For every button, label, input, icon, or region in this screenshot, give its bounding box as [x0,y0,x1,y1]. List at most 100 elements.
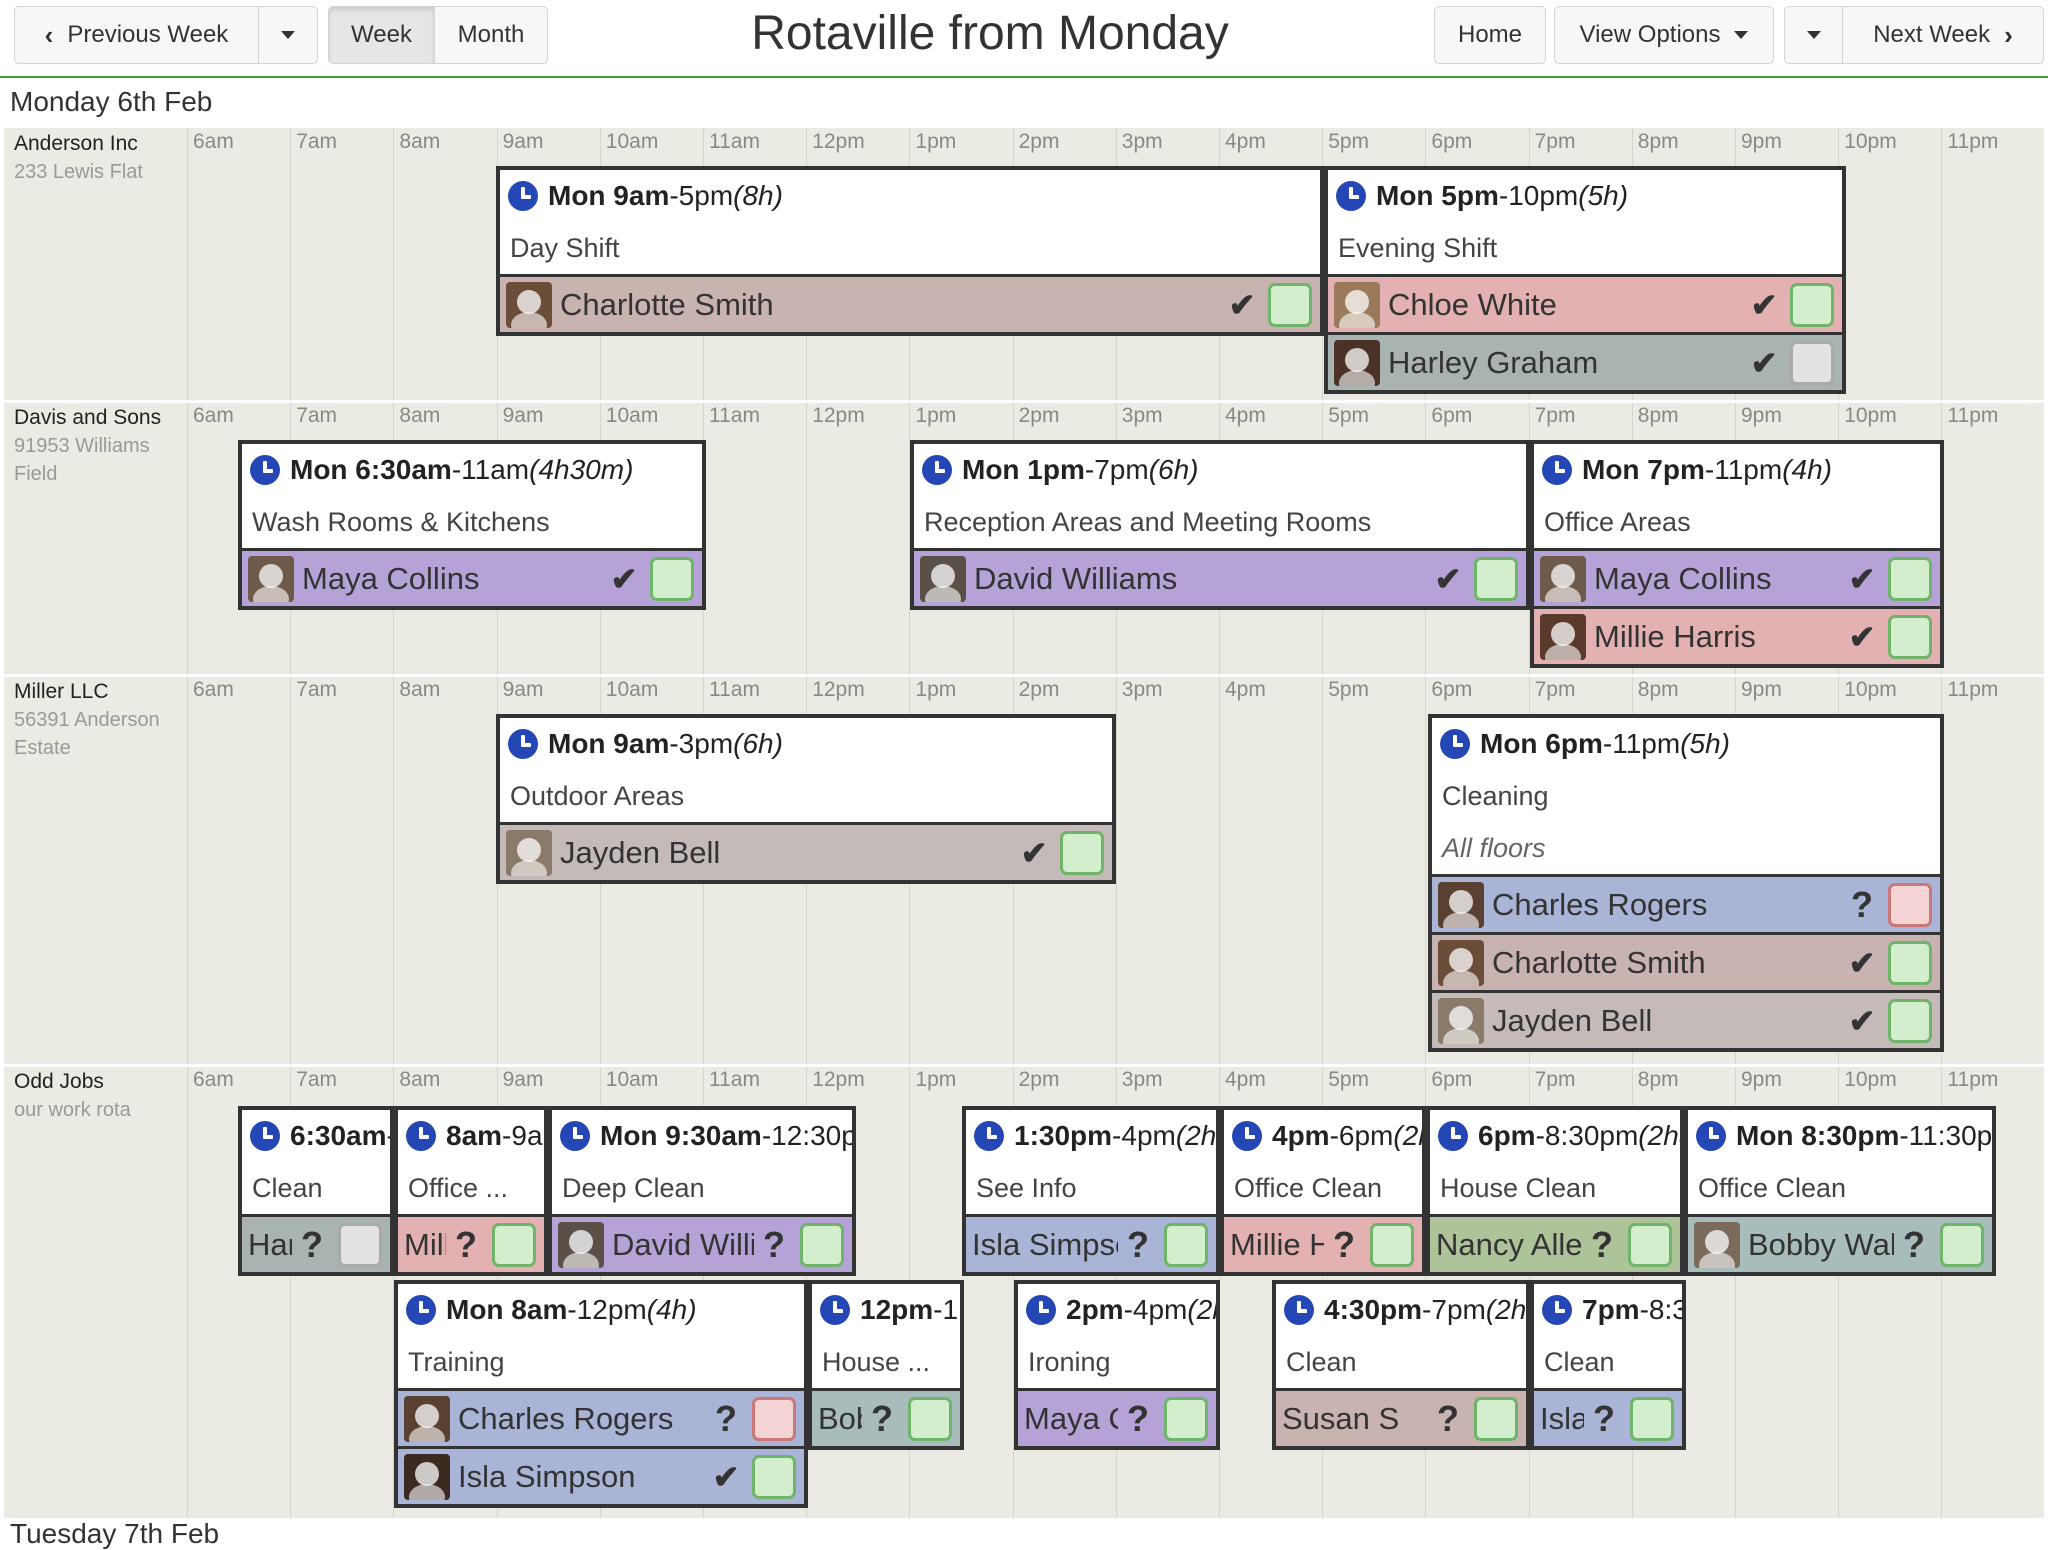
shift-card[interactable]: 1:30pm-4pm (2h30m) See Info Isla Simpson? [962,1106,1220,1276]
shift-start: 1:30pm [1014,1120,1113,1151]
shift-card[interactable]: Mon 1pm -7pm (6h) Reception Areas and Meet… [910,440,1530,610]
assignee-row[interactable]: Millie Harris? [1224,1214,1422,1272]
assignee-row[interactable]: Millie Harris? [398,1214,544,1272]
shift-card[interactable]: 7pm-8:30pm (1h30m) Clean Isla Simpson? [1530,1280,1686,1450]
assignee-row[interactable]: Charlotte Smith ✔ [1432,932,1940,990]
status-checkbox[interactable] [1888,940,1932,985]
status-checkbox[interactable] [752,1454,796,1499]
next-week-button[interactable]: Next Week › [1843,7,2043,63]
shift-start: Mon 9am [548,180,670,211]
hour-label: 10pm [1844,1068,1897,1091]
shift-title: Office ... [408,1172,509,1203]
shift-card[interactable]: 4pm-6pm (2h) Office Clean Millie Harris? [1220,1106,1426,1276]
shift-title: Evening Shift [1338,232,1498,263]
next-week-dropdown[interactable] [1785,7,1843,63]
status-checkbox[interactable] [1888,998,1932,1043]
status-checkbox[interactable] [1060,830,1104,875]
question-icon: ? [1127,1397,1149,1439]
month-view-button[interactable]: Month [435,7,547,63]
assignee-row[interactable]: Harley Graham? [242,1214,390,1272]
shift-card[interactable]: Mon 9:30am-12:30pm (3h) Deep Clean David W… [548,1106,856,1276]
hour-label: 7am [296,678,338,701]
assignee-row[interactable]: Susan S? [1276,1388,1526,1446]
shift-card[interactable]: 4:30pm-7pm (2h30m) Clean Susan S? [1272,1280,1530,1450]
shift-card[interactable]: Mon 9am -3pm (6h) Outdoor Areas Jayden Bell… [496,714,1116,884]
assignee-row[interactable]: Harley Graham ✔ [1328,332,1842,390]
assignee-row[interactable]: Chloe White ✔ [1328,274,1842,332]
clock-icon [1336,181,1366,211]
status-checkbox[interactable] [338,1222,382,1267]
shift-note: All floors [1442,832,1546,863]
assignee-name: Maya Collins [1024,1400,1118,1436]
shift-end: -6pm [1329,1120,1394,1151]
status-checkbox[interactable] [492,1222,536,1267]
shift-card[interactable]: 8am-9am (1h) Office ... Millie Harris? [394,1106,548,1276]
assignee-row[interactable]: Millie Harris ✔ [1534,606,1940,664]
question-icon: ? [1437,1397,1459,1439]
status-checkbox[interactable] [1164,1396,1208,1441]
status-checkbox[interactable] [1164,1222,1208,1267]
assignee-row[interactable]: Jayden Bell ✔ [1432,990,1940,1048]
week-view-button[interactable]: Week [329,7,435,63]
assignee-row[interactable]: Isla Simpson ✔ [398,1446,804,1504]
shift-card[interactable]: Mon 6pm -11pm (5h) Cleaning All floors Charl… [1428,714,1944,1052]
hour-label: 12pm [812,404,865,427]
shift-card[interactable]: Mon 7pm -11pm (4h) Office Areas Maya Collin… [1530,440,1944,668]
shift-card[interactable]: 2pm-4pm (2h) Ironing Maya Collins? [1014,1280,1220,1450]
assignee-row[interactable]: Charlotte Smith ✔ [500,274,1320,332]
shift-start: 4:30pm [1324,1294,1423,1325]
shift-card[interactable]: 12pm-1:30pm (1h30m) House ... Bobby Walker… [808,1280,964,1450]
shift-card[interactable]: 6pm-8:30pm (2h30m) House Clean Nancy Allen… [1426,1106,1684,1276]
status-checkbox[interactable] [1268,282,1312,327]
hour-label: 12pm [812,130,865,153]
assignee-row[interactable]: Charles Rogers? [398,1388,804,1446]
hour-label: 3pm [1121,404,1163,427]
assignee-row[interactable]: Jayden Bell ✔ [500,822,1112,880]
shift-card[interactable]: Mon 9am -5pm (8h) Day Shift Charlotte Smith… [496,166,1324,336]
status-checkbox[interactable] [1628,1222,1672,1267]
status-checkbox[interactable] [1474,556,1518,601]
status-checkbox[interactable] [908,1396,952,1441]
assignee-row[interactable]: Nancy Allen? [1430,1214,1680,1272]
shift-end: -5pm [669,180,734,211]
status-checkbox[interactable] [752,1396,796,1441]
assignee-row[interactable]: Maya Collins? [1018,1388,1216,1446]
status-checkbox[interactable] [1888,882,1932,927]
shift-card[interactable]: 6:30am-11am (4h30m) Clean Harley Graham? [238,1106,394,1276]
previous-week-dropdown[interactable] [259,7,317,63]
clock-icon [1440,729,1470,759]
status-checkbox[interactable] [1888,556,1932,601]
assignee-row[interactable]: Bobby Walker? [1688,1214,1992,1272]
assignee-row[interactable]: Maya Collins ✔ [1534,548,1940,606]
assignee-row[interactable]: Isla Simpson? [966,1214,1216,1272]
shift-card[interactable]: Mon 8:30pm-11:30pm (3h) Office Clean Bobby… [1684,1106,1996,1276]
shift-card[interactable]: Mon 5pm -10pm (5h) Evening Shift Chloe Whit… [1324,166,1846,394]
shift-card[interactable]: Mon 6:30am -11am (4h30m) Wash Rooms & Kitc… [238,440,706,610]
status-checkbox[interactable] [650,556,694,601]
status-checkbox[interactable] [1790,282,1834,327]
home-button[interactable]: Home [1435,7,1545,63]
clock-icon [1232,1121,1262,1151]
assignee-row[interactable]: Isla Simpson? [1534,1388,1682,1446]
shift-card[interactable]: Mon 8am -12pm (4h) Training Charles Rogers?… [394,1280,808,1508]
status-checkbox[interactable] [800,1222,844,1267]
status-checkbox[interactable] [1370,1222,1414,1267]
status-checkbox[interactable] [1630,1396,1674,1441]
assignee-row[interactable]: David Williams ✔ [914,548,1526,606]
status-checkbox[interactable] [1940,1222,1984,1267]
assignee-row[interactable]: Bobby Walker? [812,1388,960,1446]
question-icon: ? [1591,1223,1613,1265]
assignee-row[interactable]: David Williams? [552,1214,852,1272]
question-icon: ? [1851,883,1873,925]
status-checkbox[interactable] [1888,614,1932,659]
hour-label: 2pm [1018,678,1060,701]
view-options-label: View Options [1579,21,1721,48]
assignee-row[interactable]: Charles Rogers? [1432,874,1940,932]
assignee-row[interactable]: Maya Collins ✔ [242,548,702,606]
view-options-button[interactable]: View Options [1555,7,1773,63]
status-checkbox[interactable] [1790,340,1834,385]
previous-week-button[interactable]: ‹ Previous Week [15,7,259,63]
status-checkbox[interactable] [1474,1396,1518,1441]
assignee-name: David Williams [612,1226,754,1262]
hour-label: 2pm [1018,404,1060,427]
